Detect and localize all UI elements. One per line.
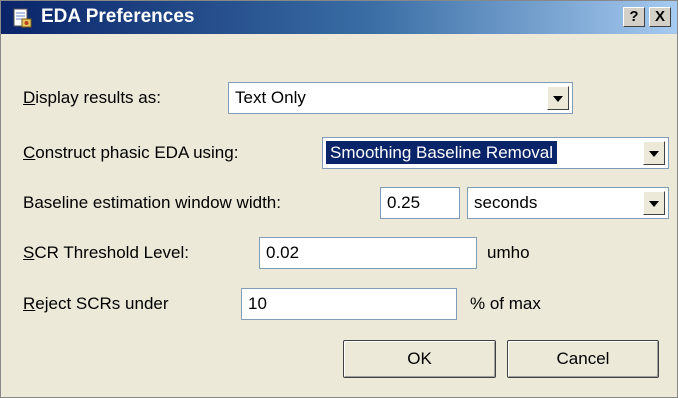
chevron-down-icon[interactable] [643,191,665,215]
scr-threshold-label-text: CR Threshold Level: [34,243,189,262]
construct-phasic-select[interactable]: Smoothing Baseline Removal [322,137,669,169]
cancel-button[interactable]: Cancel [507,340,659,378]
display-results-mnemonic: D [23,88,36,107]
baseline-unit-select[interactable]: seconds [467,187,669,219]
reject-scrs-label-text: eject SCRs under [35,294,169,313]
scr-threshold-unit: umho [487,243,530,262]
construct-phasic-label-text: onstruct phasic EDA using: [35,143,239,162]
scr-threshold-label: SCR Threshold Level: [23,243,189,263]
chevron-down-icon[interactable] [643,141,665,165]
reject-scrs-label: Reject SCRs under [23,294,169,314]
baseline-window-label: Baseline estimation window width: [23,193,281,212]
display-results-label: Display results as: [23,88,161,108]
construct-phasic-value: Smoothing Baseline Removal [326,141,558,164]
help-icon[interactable]: ? [623,7,645,27]
display-results-label-text: isplay results as: [35,88,161,107]
construct-phasic-mnemonic: C [23,143,36,162]
eda-preferences-dialog: EDA Preferences ? X Display results as: … [0,0,678,398]
reject-scrs-input[interactable]: 10 [241,288,457,320]
chevron-down-icon[interactable] [547,86,569,110]
reject-scrs-mnemonic: R [23,294,36,313]
window-title: EDA Preferences [41,6,195,27]
baseline-unit-value: seconds [474,193,538,212]
title-bar[interactable]: EDA Preferences ? X [1,1,677,34]
construct-phasic-label: Construct phasic EDA using: [23,143,238,163]
scr-threshold-input[interactable]: 0.02 [259,237,477,269]
document-icon [13,8,32,28]
baseline-window-input[interactable]: 0.25 [380,187,460,219]
reject-scrs-unit: % of max [470,294,541,313]
close-icon[interactable]: X [649,7,671,27]
display-results-select[interactable]: Text Only [228,82,573,114]
display-results-value: Text Only [235,88,306,107]
scr-threshold-mnemonic: S [23,243,35,262]
ok-button[interactable]: OK [343,340,496,378]
